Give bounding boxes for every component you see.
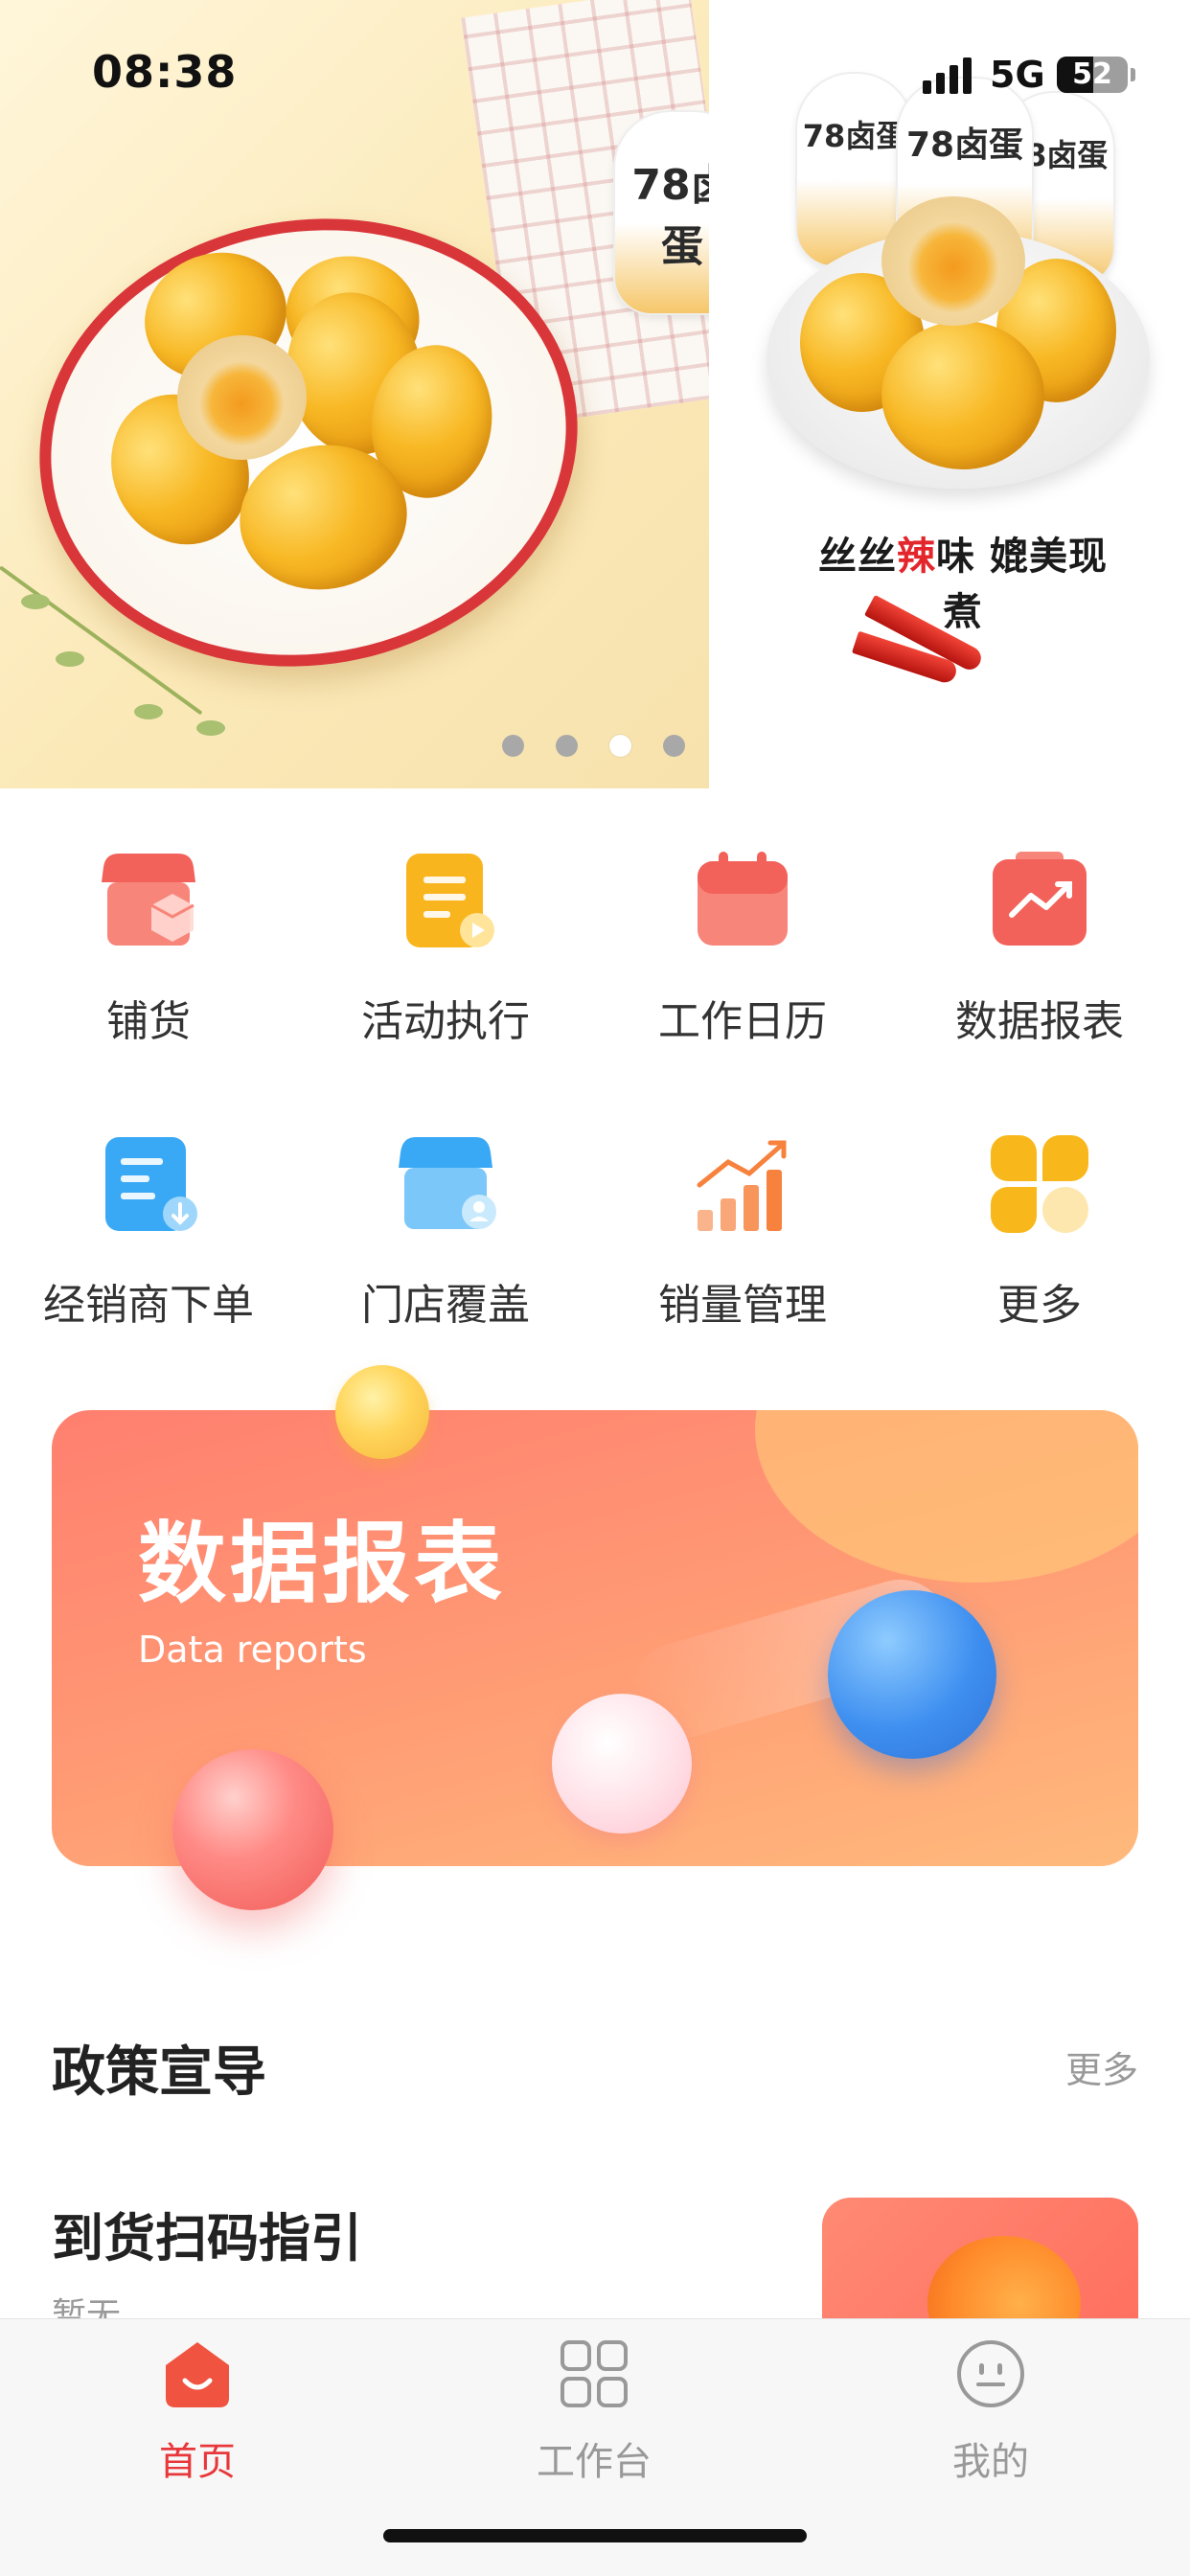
banner-slogan: 丝丝辣味 媲美现煮 <box>800 525 1126 636</box>
herb-leaf <box>56 651 84 667</box>
home-smile-icon <box>166 2342 229 2407</box>
menu-item-sales[interactable]: 销量管理 <box>594 1131 891 1342</box>
policy-more-link[interactable]: 更多 <box>1065 2040 1138 2093</box>
store-box-icon <box>102 854 195 946</box>
tab-workbench[interactable]: 工作台 <box>498 2338 690 2486</box>
herb-leaf <box>134 704 163 719</box>
promo-subtitle: Data reports <box>138 1629 367 1671</box>
menu-item-label: 销量管理 <box>658 1281 827 1330</box>
carousel-indicator[interactable] <box>502 735 685 757</box>
slogan-hot: 辣 <box>897 535 937 579</box>
slogan-prefix: 丝丝 <box>818 535 898 579</box>
slogan-suffix: 味 媲美现煮 <box>936 535 1108 634</box>
status-time: 08:38 <box>92 46 238 98</box>
egg-image <box>881 321 1044 469</box>
menu-item-label: 活动执行 <box>361 997 530 1046</box>
promo-title: 数据报表 <box>138 1513 507 1615</box>
more-petals-icon <box>991 1135 1088 1233</box>
pink-ball-decoration <box>552 1694 692 1834</box>
menu-item-stocking[interactable]: 铺货 <box>0 848 297 1059</box>
network-type: 5G <box>990 54 1045 96</box>
carousel-dot[interactable] <box>556 735 578 757</box>
order-download-icon <box>105 1137 197 1231</box>
menu-item-activity[interactable]: 活动执行 <box>297 848 594 1059</box>
document-play-icon <box>406 854 494 947</box>
tab-label: 我的 <box>952 2440 1029 2484</box>
battery-icon: 52 <box>1057 57 1128 93</box>
pack-label: 78卤蛋 <box>905 125 1024 165</box>
herb-leaf <box>21 594 50 609</box>
menu-item-calendar[interactable]: 工作日历 <box>594 848 891 1059</box>
carousel-dot-active[interactable] <box>609 735 631 757</box>
tab-label: 首页 <box>159 2440 236 2484</box>
calendar-icon <box>698 852 788 946</box>
halved-egg-image <box>881 196 1025 326</box>
tab-home[interactable]: 首页 <box>102 2338 293 2486</box>
herb-leaf <box>196 720 225 736</box>
chart-board-icon <box>993 852 1087 946</box>
signal-icon <box>923 56 976 94</box>
yellow-ball-decoration <box>335 1365 429 1459</box>
battery-cap <box>1131 68 1135 81</box>
article-title[interactable]: 到货扫码指引 <box>52 2196 362 2271</box>
menu-item-label: 铺货 <box>106 997 191 1046</box>
banner-carousel[interactable]: 78卤蛋 78卤蛋 78卤蛋 78卤蛋 丝丝辣味 媲美现煮 <box>0 0 1190 788</box>
policy-section-title: 政策宣导 <box>52 2041 266 2104</box>
menu-item-store-coverage[interactable]: 门店覆盖 <box>297 1131 594 1342</box>
banner-slide-product: 78卤蛋 78卤蛋 78卤蛋 丝丝辣味 媲美现煮 <box>709 0 1190 788</box>
grid-icon <box>561 2340 628 2407</box>
face-icon <box>957 2340 1024 2407</box>
pack-label: 78卤蛋 <box>802 118 907 154</box>
menu-item-label: 数据报表 <box>955 997 1124 1046</box>
battery-level: 52 <box>1072 57 1112 91</box>
carousel-dot[interactable] <box>663 735 685 757</box>
blue-ball-decoration <box>828 1590 996 1759</box>
menu-item-label: 门店覆盖 <box>361 1281 530 1330</box>
promo-decoration <box>755 1410 1138 1583</box>
menu-item-label: 工作日历 <box>658 997 827 1046</box>
tab-label: 工作台 <box>537 2440 652 2484</box>
carousel-dot[interactable] <box>502 735 524 757</box>
menu-item-more[interactable]: 更多 <box>891 1131 1188 1342</box>
sales-bars-icon <box>697 1140 787 1231</box>
menu-item-label: 更多 <box>997 1281 1082 1330</box>
menu-item-reports[interactable]: 数据报表 <box>891 848 1188 1059</box>
tab-profile[interactable]: 我的 <box>895 2338 1087 2486</box>
banner-slide-eggs-plate: 78卤蛋 <box>0 0 751 788</box>
halved-egg-image <box>177 335 307 460</box>
menu-item-label: 经销商下单 <box>43 1281 254 1330</box>
red-ball-decoration <box>172 1749 333 1910</box>
home-indicator[interactable] <box>383 2529 807 2542</box>
store-person-icon <box>399 1137 496 1229</box>
menu-item-dealer-order[interactable]: 经销商下单 <box>0 1131 297 1342</box>
